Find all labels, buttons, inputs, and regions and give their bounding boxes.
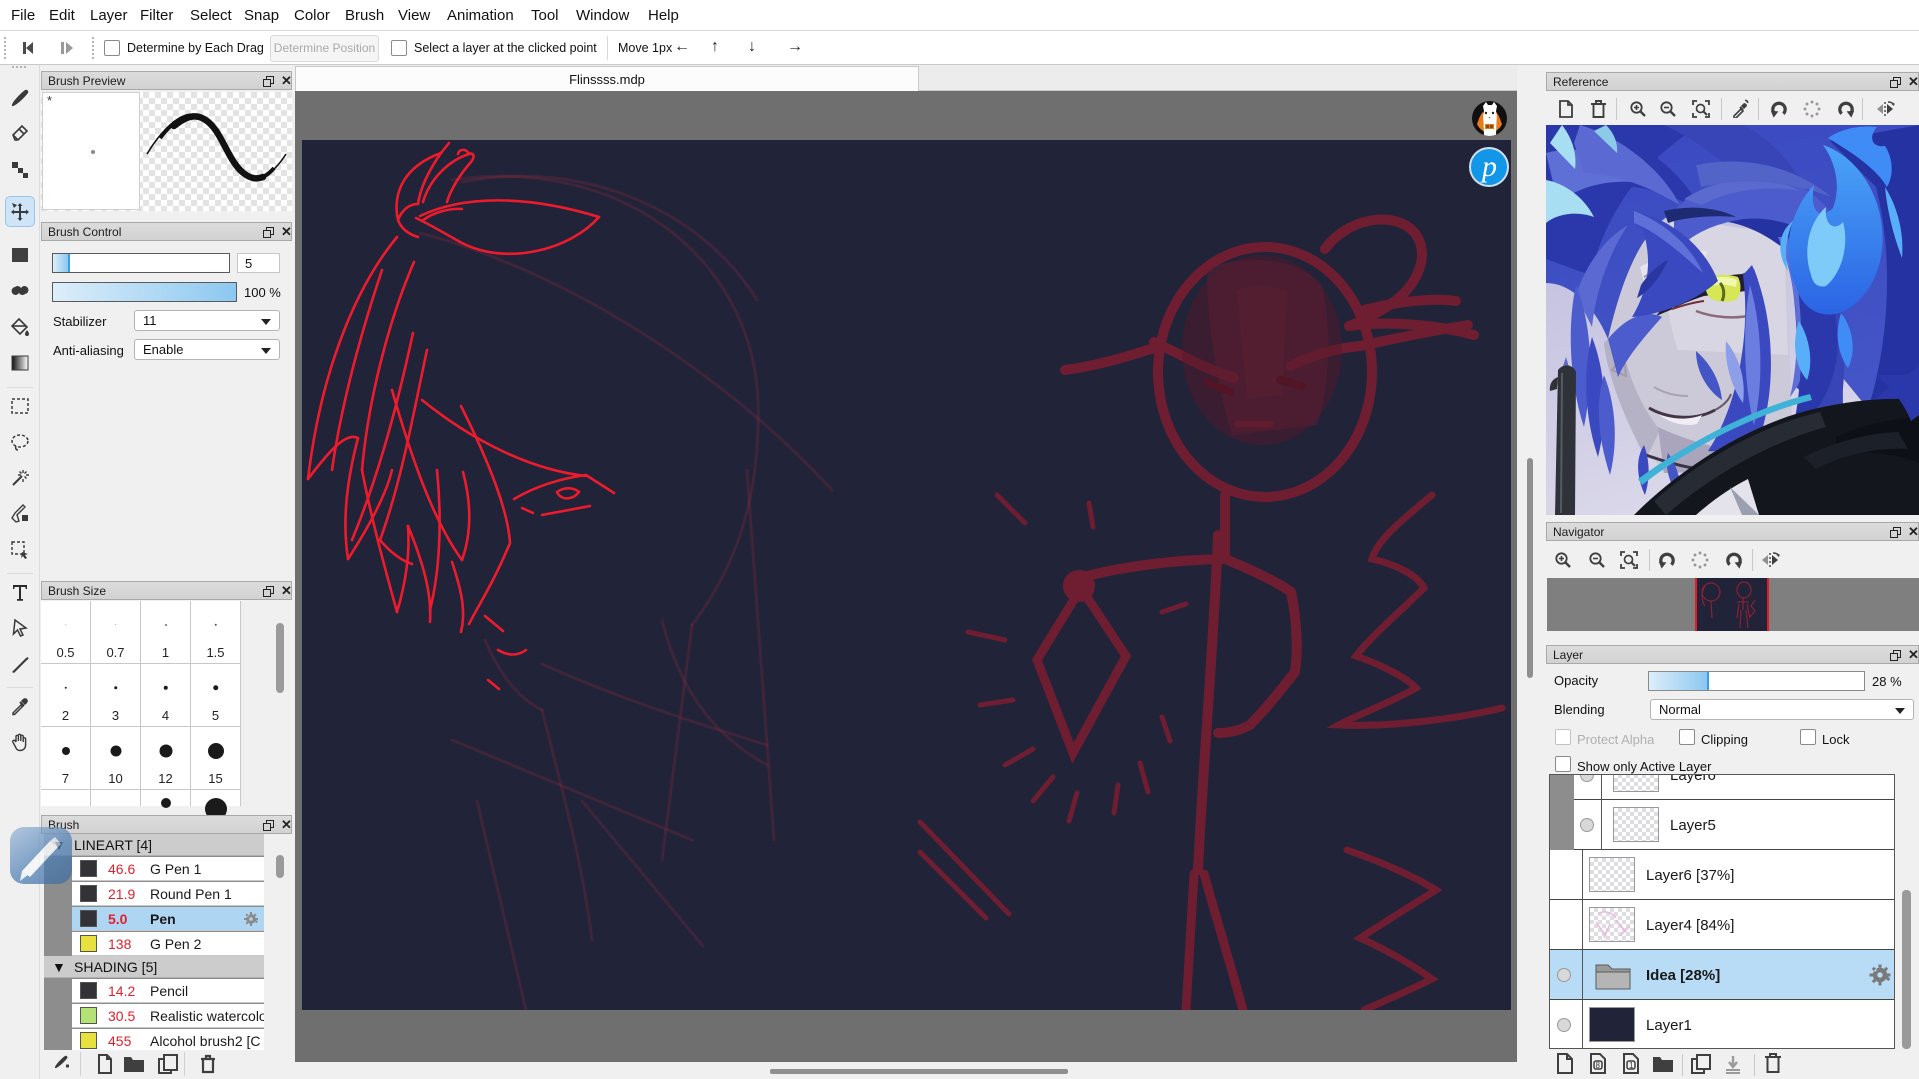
svg-text:8: 8	[1596, 1061, 1601, 1070]
svg-text:1: 1	[1629, 1061, 1634, 1070]
